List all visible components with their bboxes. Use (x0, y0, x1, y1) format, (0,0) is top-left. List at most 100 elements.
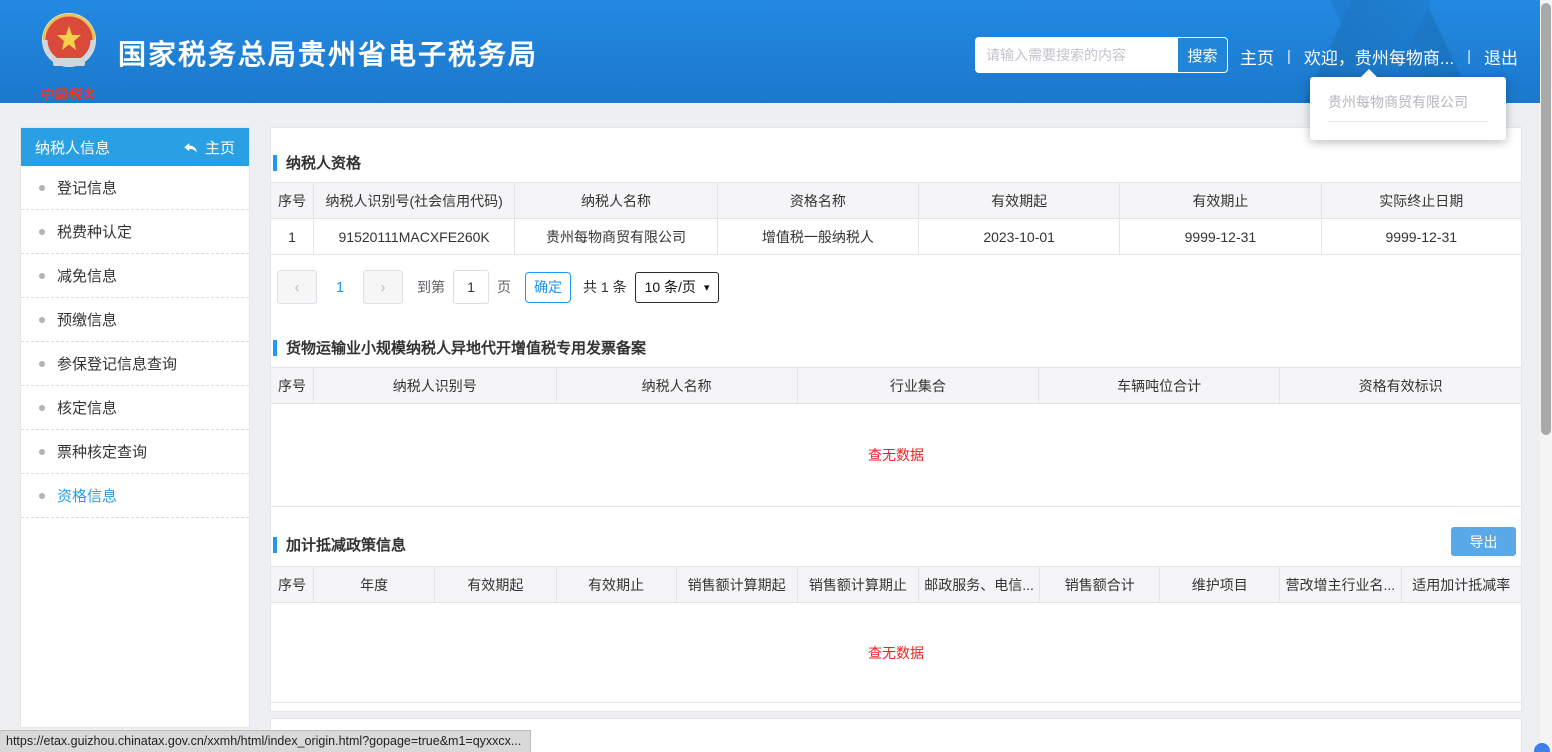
main-panel: 纳税人资格 序号纳税人识别号(社会信用代码)纳税人名称资格名称有效期起有效期止实… (270, 127, 1522, 712)
sidebar-item[interactable]: 票种核定查询 (21, 430, 249, 474)
sidebar-item[interactable]: 预缴信息 (21, 298, 249, 342)
tax-bureau-logo: 中国税务 (30, 6, 108, 103)
section-title-freight-filing: 货物运输业小规模纳税人异地代开增值税专用发票备案 (273, 337, 1521, 358)
sidebar-item[interactable]: 资格信息 (21, 474, 249, 518)
sidebar-header: 纳税人信息 主页 (21, 128, 249, 166)
column-header: 纳税人识别号(社会信用代码) (314, 183, 515, 219)
current-page[interactable]: 1 (317, 279, 363, 296)
column-header: 年度 (314, 567, 435, 603)
site-title: 国家税务总局贵州省电子税务局 (118, 33, 538, 73)
nav-welcome-link[interactable]: 欢迎，贵州每物商... (1304, 44, 1454, 69)
sidebar-item-label: 核定信息 (57, 397, 117, 418)
column-header: 序号 (271, 368, 314, 404)
popup-divider (1328, 121, 1488, 122)
column-header: 维护项目 (1160, 567, 1280, 603)
column-header: 有效期止 (556, 567, 676, 603)
column-header: 销售额计算期起 (676, 567, 797, 603)
section-title-deduction-policy: 加计抵减政策信息 (273, 534, 406, 555)
bullet-icon (39, 317, 45, 323)
nav-separator: | (1467, 48, 1471, 65)
table-row: 191520111MACXFE260K贵州每物商贸有限公司增值税一般纳税人202… (271, 219, 1521, 255)
freight-filing-table: 序号纳税人识别号纳税人名称行业集合车辆吨位合计资格有效标识查无数据 (271, 367, 1521, 507)
sidebar-home-link[interactable]: 主页 (182, 137, 235, 158)
table-cell: 1 (271, 219, 314, 255)
column-header: 邮政服务、电信... (919, 567, 1040, 603)
table-cell: 贵州每物商贸有限公司 (515, 219, 718, 255)
confirm-page-button[interactable]: 确定 (525, 272, 571, 303)
page-size-select[interactable]: 10 条/页 ▾ (635, 272, 720, 303)
sidebar-item[interactable]: 减免信息 (21, 254, 249, 298)
column-header: 序号 (271, 183, 314, 219)
column-header: 纳税人名称 (556, 368, 797, 404)
goto-prefix-label: 到第 (417, 277, 445, 297)
bullet-icon (39, 405, 45, 411)
bullet-icon (39, 493, 45, 499)
sidebar-item[interactable]: 登记信息 (21, 166, 249, 210)
prev-page-button[interactable]: ‹ (277, 270, 317, 304)
title-accent-bar (273, 537, 277, 553)
sidebar-item[interactable]: 参保登记信息查询 (21, 342, 249, 386)
column-header: 有效期起 (435, 567, 556, 603)
qualification-table: 序号纳税人识别号(社会信用代码)纳税人名称资格名称有效期起有效期止实际终止日期1… (271, 182, 1521, 255)
scrollbar-thumb[interactable] (1541, 3, 1551, 435)
nav-home-link[interactable]: 主页 (1240, 44, 1274, 69)
search-input[interactable] (976, 38, 1177, 72)
sidebar-title: 纳税人信息 (35, 137, 110, 158)
table-cell: 91520111MACXFE260K (314, 219, 515, 255)
table-cell: 2023-10-01 (919, 219, 1120, 255)
sidebar-item[interactable]: 核定信息 (21, 386, 249, 430)
title-accent-bar (273, 155, 277, 171)
search-button[interactable]: 搜索 (1177, 38, 1227, 72)
export-button[interactable]: 导出 (1451, 527, 1516, 556)
column-header: 有效期起 (919, 183, 1120, 219)
company-name[interactable]: 贵州每物商贸有限公司 (1310, 77, 1506, 112)
sidebar-item-label: 减免信息 (57, 265, 117, 286)
top-header: 中国税务 国家税务总局贵州省电子税务局 搜索 主页 | 欢迎，贵州每物商... … (0, 0, 1540, 103)
bullet-icon (39, 449, 45, 455)
top-nav: 主页 | 欢迎，贵州每物商... | 退出 (1240, 44, 1518, 69)
pagination: ‹ 1 › 到第 页 确定 共 1 条 10 条/页 ▾ (277, 270, 1521, 304)
column-header: 资格有效标识 (1280, 368, 1521, 404)
next-page-button[interactable]: › (363, 270, 403, 304)
column-header: 实际终止日期 (1321, 183, 1521, 219)
popup-arrow (1360, 69, 1378, 78)
column-header: 序号 (271, 567, 314, 603)
column-header: 销售额计算期止 (797, 567, 918, 603)
no-data-text: 查无数据 (271, 603, 1521, 703)
no-data-text: 查无数据 (271, 404, 1521, 507)
table-cell: 增值税一般纳税人 (717, 219, 918, 255)
nav-logout-link[interactable]: 退出 (1484, 44, 1518, 69)
column-header: 行业集合 (797, 368, 1038, 404)
column-header: 销售额合计 (1040, 567, 1160, 603)
sidebar: 纳税人信息 主页 登记信息税费种认定减免信息预缴信息参保登记信息查询核定信息票种… (20, 127, 250, 728)
column-header: 车辆吨位合计 (1039, 368, 1280, 404)
sidebar-item-label: 参保登记信息查询 (57, 353, 177, 374)
logo-caption: 中国税务 (29, 84, 109, 103)
sidebar-item-label: 票种核定查询 (57, 441, 147, 462)
page-scrollbar[interactable] (1540, 0, 1552, 752)
column-header: 营改增主行业名... (1280, 567, 1401, 603)
column-header: 纳税人名称 (515, 183, 718, 219)
user-dropdown-popup: 贵州每物商贸有限公司 (1310, 77, 1506, 140)
sidebar-item[interactable]: 税费种认定 (21, 210, 249, 254)
sidebar-item-label: 资格信息 (57, 485, 117, 506)
deduction-policy-table: 序号年度有效期起有效期止销售额计算期起销售额计算期止邮政服务、电信...销售额合… (271, 566, 1521, 703)
table-cell: 9999-12-31 (1120, 219, 1321, 255)
floating-widget[interactable] (1534, 743, 1550, 752)
total-count-label: 共 1 条 (583, 277, 627, 297)
header-search: 搜索 (975, 37, 1228, 73)
bullet-icon (39, 229, 45, 235)
sidebar-menu: 登记信息税费种认定减免信息预缴信息参保登记信息查询核定信息票种核定查询资格信息 (21, 166, 249, 518)
column-header: 资格名称 (717, 183, 918, 219)
bullet-icon (39, 273, 45, 279)
section-title-qualification: 纳税人资格 (273, 152, 1521, 173)
page-number-input[interactable] (453, 270, 489, 304)
column-header: 适用加计抵减率 (1401, 567, 1521, 603)
bullet-icon (39, 185, 45, 191)
column-header: 纳税人识别号 (314, 368, 557, 404)
bullet-icon (39, 361, 45, 367)
sidebar-item-label: 税费种认定 (57, 221, 132, 242)
table-cell: 9999-12-31 (1321, 219, 1521, 255)
tax-emblem-icon (33, 6, 105, 78)
back-arrow-icon (182, 140, 199, 155)
